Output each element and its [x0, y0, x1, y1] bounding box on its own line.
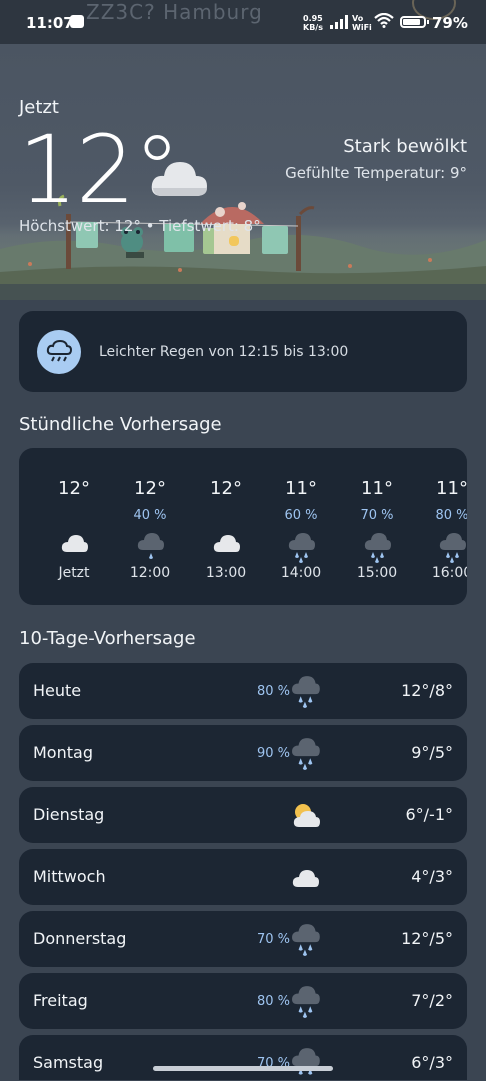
day-row-tuesday[interactable]: Dienstag 6°/-1° — [19, 787, 467, 843]
day-range: 12°/8° — [401, 681, 453, 700]
day-row-today[interactable]: Heute 80 % 12°/8° — [19, 663, 467, 719]
sun-cloud-icon — [293, 804, 320, 827]
day-row-friday[interactable]: Freitag 80 % 7°/2° — [19, 973, 467, 1029]
hourly-forecast-card[interactable]: 12° Jetzt 12° 40 % 12:00 12° 13:00 11° 6… — [19, 448, 467, 605]
hour-temp: 12° — [58, 478, 90, 499]
hour-precip: 80 % — [435, 508, 467, 523]
hour-temp: 11° — [436, 478, 467, 499]
day-precip: 70 % — [256, 932, 290, 947]
day-precip: 80 % — [256, 994, 290, 1009]
day-range: 4°/3° — [411, 867, 453, 886]
network-speed: 0.95 KB/s — [303, 14, 323, 32]
cloud-icon — [151, 162, 207, 196]
alert-text: Leichter Regen von 12:15 bis 13:00 — [99, 344, 349, 360]
hour-temp: 12° — [210, 478, 242, 499]
day-name: Donnerstag — [33, 929, 127, 948]
heavy-rain-cloud-icon — [292, 738, 320, 770]
day-range: 12°/5° — [401, 929, 453, 948]
day-range: 9°/5° — [411, 743, 453, 762]
rain-cloud-icon — [37, 330, 81, 374]
day-row-monday[interactable]: Montag 90 % 9°/5° — [19, 725, 467, 781]
hour-label: 16:00 — [431, 565, 467, 581]
heavy-rain-cloud-icon — [292, 986, 320, 1018]
day-range: 6°/-1° — [405, 805, 453, 824]
heavy-rain-cloud-icon — [288, 533, 315, 563]
signal-icon — [330, 15, 348, 29]
precipitation-alert-card[interactable]: Leichter Regen von 12:15 bis 13:00 — [19, 311, 467, 392]
day-range: 6°/3° — [411, 1053, 453, 1072]
hour-label: 12:00 — [129, 565, 171, 581]
hour-precip: 40 % — [133, 508, 167, 523]
hour-precip: 60 % — [284, 508, 318, 523]
high-low-text: Höchstwert: 12° • Tiefstwert: 8° — [19, 217, 261, 235]
hour-temp: 11° — [285, 478, 317, 499]
day-range: 7°/2° — [411, 991, 453, 1010]
day-precip: 90 % — [256, 746, 290, 761]
day-name: Freitag — [33, 991, 88, 1010]
hour-temp: 12° — [134, 478, 166, 499]
status-bar: ZZ3C? Hamburg 11:07 0.95 KB/s Vo WiFi 79% — [0, 0, 486, 44]
feels-like-text: Gefühlte Temperatur: 9° — [285, 164, 467, 182]
rain-cloud-icon — [137, 533, 164, 559]
day-precip: 80 % — [256, 684, 290, 699]
heavy-rain-cloud-icon — [292, 924, 320, 956]
day-row-wednesday[interactable]: Mittwoch 4°/3° — [19, 849, 467, 905]
hour-label: Jetzt — [58, 565, 90, 581]
heavy-rain-cloud-icon — [292, 1048, 320, 1075]
now-label: Jetzt — [19, 97, 59, 118]
hour-label: 14:00 — [280, 565, 322, 581]
hour-temp: 11° — [361, 478, 393, 499]
heavy-rain-cloud-icon — [292, 676, 320, 708]
cloud-icon — [292, 870, 319, 887]
location-title-partial: ZZ3C? Hamburg — [86, 0, 263, 24]
wifi-icon — [374, 13, 394, 28]
battery-percent: 79% — [432, 14, 468, 32]
day-row-thursday[interactable]: Donnerstag 70 % 12°/5° — [19, 911, 467, 967]
home-indicator[interactable] — [153, 1066, 333, 1071]
daily-section-title: 10-Tage-Vorhersage — [19, 628, 196, 649]
day-row-saturday[interactable]: Samstag 70 % 6°/3° — [19, 1035, 467, 1080]
status-time: 11:07 — [26, 14, 74, 32]
battery-icon — [400, 16, 429, 28]
day-name: Samstag — [33, 1053, 104, 1072]
volte-icon: Vo WiFi — [352, 14, 372, 32]
condition-text: Stark bewölkt — [343, 136, 467, 157]
notification-icon — [70, 15, 84, 28]
day-name: Dienstag — [33, 805, 105, 824]
day-name: Mittwoch — [33, 867, 106, 886]
current-weather-hero: Jetzt 12° Stark bewölkt Gefühlte Tempera… — [0, 44, 486, 300]
cloud-icon — [61, 535, 88, 552]
hourly-section-title: Stündliche Vorhersage — [19, 414, 222, 435]
hour-precip: 70 % — [360, 508, 394, 523]
hour-label: 13:00 — [205, 565, 247, 581]
day-name: Montag — [33, 743, 93, 762]
day-name: Heute — [33, 681, 82, 700]
heavy-rain-cloud-icon — [439, 533, 466, 563]
cloud-icon — [213, 535, 240, 552]
heavy-rain-cloud-icon — [364, 533, 391, 563]
hour-label: 15:00 — [356, 565, 398, 581]
